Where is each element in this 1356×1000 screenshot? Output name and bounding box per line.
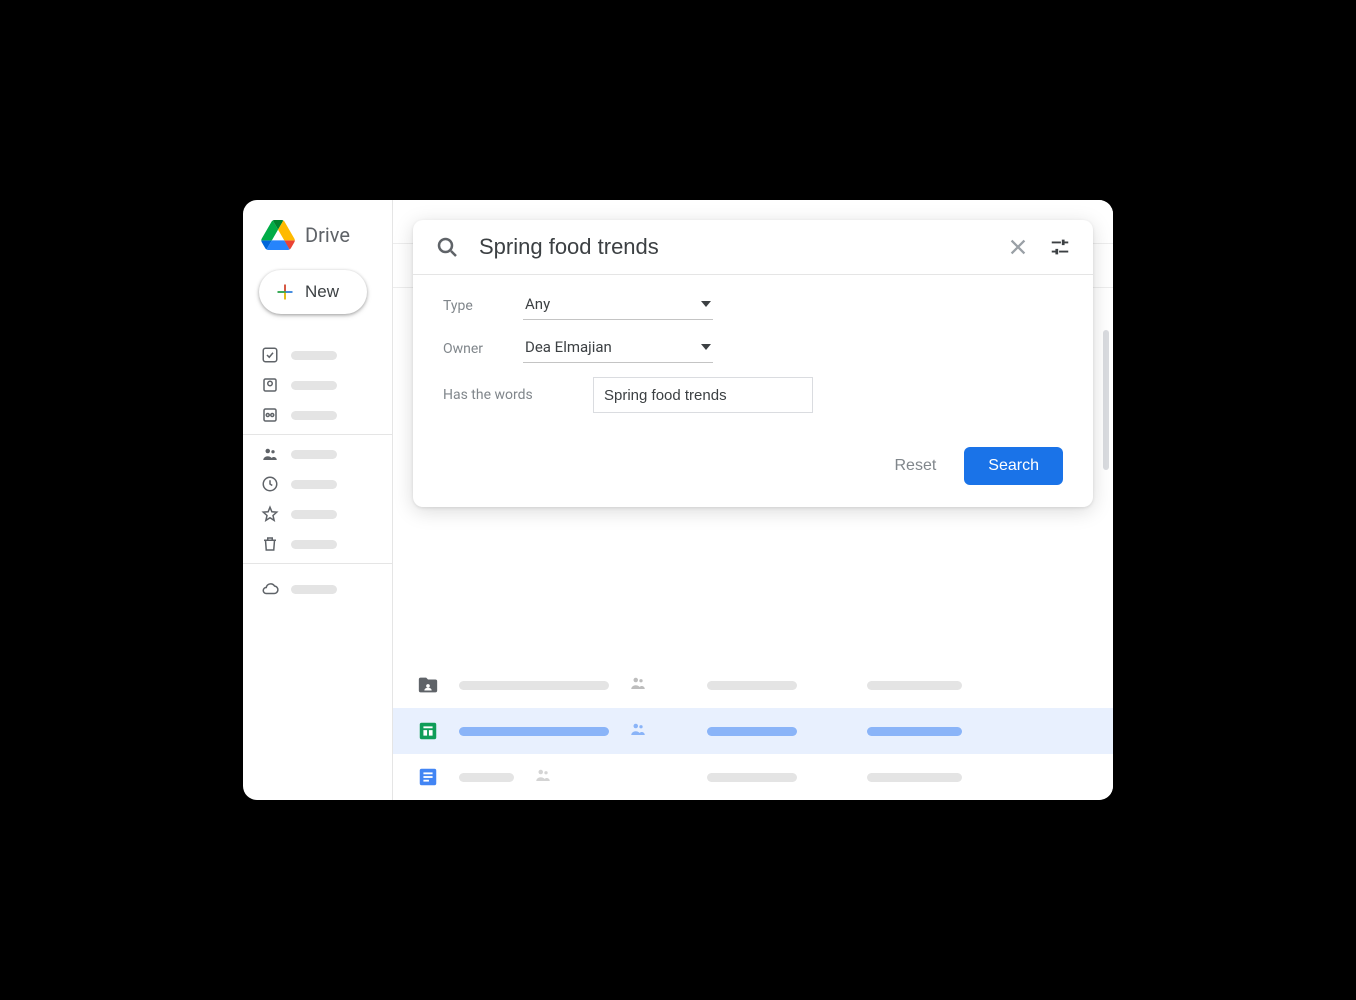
nav-group-1: [243, 336, 392, 435]
file-row-sheets[interactable]: [393, 708, 1113, 754]
clock-icon: [261, 475, 279, 493]
shared-drives-icon: [261, 406, 279, 424]
search-input[interactable]: [479, 234, 987, 260]
search-filters: Type Any Owner Dea Elmajian Has the word…: [413, 275, 1093, 443]
product-name: Drive: [305, 223, 350, 247]
search-button[interactable]: Search: [964, 447, 1063, 485]
filter-owner-row: Owner Dea Elmajian: [443, 334, 1063, 363]
drive-logo-icon: [261, 220, 295, 250]
new-button-label: New: [305, 282, 339, 302]
scrollbar[interactable]: [1103, 330, 1109, 470]
owner-label: Owner: [443, 341, 523, 357]
shared-icon: [261, 445, 279, 463]
file-row-folder[interactable]: [393, 662, 1113, 708]
search-icon: [435, 235, 459, 259]
type-label: Type: [443, 298, 523, 314]
chevron-down-icon: [701, 301, 711, 307]
new-button[interactable]: New: [259, 270, 367, 314]
sidebar-item-my-drive[interactable]: [243, 370, 392, 400]
sidebar-item-storage[interactable]: [243, 574, 392, 604]
has-the-words-input[interactable]: [593, 377, 813, 413]
docs-icon: [417, 766, 439, 788]
folder-shared-icon: [417, 674, 439, 696]
trash-icon: [261, 535, 279, 553]
owner-dropdown[interactable]: Dea Elmajian: [523, 334, 713, 363]
plus-icon: [275, 282, 295, 302]
my-drive-icon: [261, 376, 279, 394]
file-row-docs[interactable]: [393, 754, 1113, 800]
sidebar-item-starred[interactable]: [243, 499, 392, 529]
filter-words-row: Has the words: [443, 377, 1063, 413]
people-icon: [629, 674, 647, 696]
search-actions: Reset Search: [413, 443, 1093, 507]
drive-window: Drive New: [243, 200, 1113, 800]
search-bar: [413, 220, 1093, 274]
close-icon[interactable]: [1007, 236, 1029, 258]
priority-icon: [261, 346, 279, 364]
advanced-search-panel: Type Any Owner Dea Elmajian Has the word…: [413, 220, 1093, 507]
nav-group-3: [243, 564, 392, 608]
sidebar-item-shared-drives[interactable]: [243, 400, 392, 430]
type-value: Any: [525, 295, 550, 313]
sheets-icon: [417, 720, 439, 742]
cloud-icon: [261, 580, 279, 598]
sidebar-item-priority[interactable]: [243, 340, 392, 370]
people-icon: [534, 766, 552, 788]
sidebar-item-recent[interactable]: [243, 469, 392, 499]
words-label: Has the words: [443, 387, 593, 403]
sidebar: Drive New: [243, 200, 393, 800]
tune-icon[interactable]: [1049, 236, 1071, 258]
people-icon: [629, 720, 647, 742]
sidebar-item-shared[interactable]: [243, 439, 392, 469]
drive-logo-row[interactable]: Drive: [243, 214, 392, 270]
reset-button[interactable]: Reset: [881, 447, 951, 485]
chevron-down-icon: [701, 344, 711, 350]
star-icon: [261, 505, 279, 523]
type-dropdown[interactable]: Any: [523, 291, 713, 320]
owner-value: Dea Elmajian: [525, 338, 612, 356]
nav-group-2: [243, 435, 392, 564]
filter-type-row: Type Any: [443, 291, 1063, 320]
sidebar-item-trash[interactable]: [243, 529, 392, 559]
